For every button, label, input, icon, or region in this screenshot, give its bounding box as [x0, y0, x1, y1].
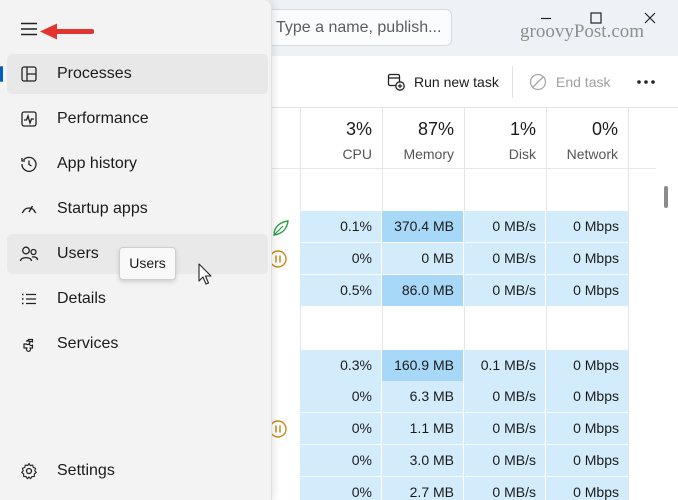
users-tooltip: Users [119, 247, 176, 280]
table-row[interactable]: 0% 0 MB 0 MB/s 0 Mbps [300, 243, 628, 275]
toolbar-divider [512, 66, 513, 98]
more-icon [637, 80, 655, 84]
memory-cell: 86.0 MB [382, 275, 463, 306]
cpu-cell: 0.5% [300, 275, 381, 306]
cpu-cell: 0.3% [300, 350, 381, 381]
network-cell: 0 Mbps [546, 350, 628, 381]
nav-label: Settings [57, 462, 115, 479]
column-header-spacer [628, 108, 656, 168]
startup-icon [19, 199, 39, 219]
network-cell: 0 Mbps [546, 445, 628, 476]
column-header-disk[interactable]: 1% Disk [464, 108, 546, 168]
nav-label: Users [57, 245, 99, 262]
disk-cell: 0 MB/s [464, 275, 545, 306]
search-input[interactable]: Type a name, publish... [262, 9, 452, 46]
nav-item-services[interactable]: Services [7, 324, 268, 364]
cpu-percent: 3% [345, 119, 372, 139]
column-header-cpu[interactable]: 3% CPU [300, 108, 382, 168]
network-label: Network [566, 146, 618, 162]
nav-item-startup-apps[interactable]: Startup apps [7, 189, 268, 229]
disk-cell: 0.1 MB/s [464, 350, 545, 381]
cpu-cell: 0% [300, 243, 381, 274]
gear-icon [19, 461, 39, 481]
memory-cell: 3.0 MB [382, 445, 463, 476]
cpu-cell: 0% [300, 477, 381, 500]
nav-label: Startup apps [57, 200, 148, 217]
disk-cell: 0 MB/s [464, 211, 545, 242]
table-row[interactable]: 0% 1.1 MB 0 MB/s 0 Mbps [300, 413, 628, 445]
nav-label: App history [57, 155, 138, 172]
column-header-memory[interactable]: 87% Memory [382, 108, 464, 168]
history-icon [19, 154, 39, 174]
processes-icon [19, 64, 39, 84]
run-new-task-button[interactable]: Run new task [386, 71, 499, 93]
table-row[interactable]: 0% 6.3 MB 0 MB/s 0 Mbps [300, 381, 628, 413]
annotation-arrow-icon [40, 23, 94, 40]
memory-percent: 87% [417, 119, 454, 139]
memory-cell: 2.7 MB [382, 477, 463, 500]
end-task-icon [528, 72, 548, 92]
cpu-label: CPU [342, 146, 372, 162]
services-icon [19, 334, 39, 354]
table-row[interactable]: 0.3% 160.9 MB 0.1 MB/s 0 Mbps [300, 350, 628, 382]
nav-item-performance[interactable]: Performance [7, 99, 268, 139]
network-cell: 0 Mbps [546, 381, 628, 412]
cpu-cell: 0.1% [300, 211, 381, 242]
nav-item-app-history[interactable]: App history [7, 144, 268, 184]
memory-cell: 0 MB [382, 243, 463, 274]
more-options-button[interactable] [633, 70, 659, 94]
leaf-icon [273, 220, 289, 236]
selection-indicator [0, 66, 3, 82]
table-row[interactable]: 0% 3.0 MB 0 MB/s 0 Mbps [300, 445, 628, 477]
cpu-cell: 0% [300, 413, 381, 444]
scrollbar-thumb[interactable] [664, 186, 668, 208]
nav-label: Details [57, 290, 106, 307]
nav-item-details[interactable]: Details [7, 279, 268, 319]
close-icon [644, 12, 656, 24]
memory-cell: 370.4 MB [382, 211, 463, 242]
disk-cell: 0 MB/s [464, 445, 545, 476]
mouse-cursor-icon [198, 263, 212, 285]
end-task-label: End task [556, 74, 611, 90]
network-cell: 0 Mbps [546, 243, 628, 274]
disk-cell: 0 MB/s [464, 477, 545, 500]
memory-cell: 1.1 MB [382, 413, 463, 444]
nav-item-processes[interactable]: Processes [0, 54, 268, 94]
network-cell: 0 Mbps [546, 477, 628, 500]
cpu-cell: 0% [300, 445, 381, 476]
disk-percent: 1% [509, 119, 536, 139]
network-cell: 0 Mbps [546, 275, 628, 306]
memory-cell: 6.3 MB [382, 381, 463, 412]
watermark: groovyPost.com [520, 21, 645, 42]
memory-cell: 160.9 MB [382, 350, 463, 381]
run-new-task-label: Run new task [414, 74, 499, 90]
table-row[interactable]: 0.1% 370.4 MB 0 MB/s 0 Mbps [300, 211, 628, 243]
network-cell: 0 Mbps [546, 211, 628, 242]
nav-label: Processes [57, 65, 132, 82]
table-row[interactable]: 0.5% 86.0 MB 0 MB/s 0 Mbps [300, 275, 628, 307]
hamburger-icon [21, 22, 37, 36]
nav-item-settings[interactable]: Settings [7, 451, 268, 491]
network-percent: 0% [591, 119, 618, 139]
disk-cell: 0 MB/s [464, 243, 545, 274]
end-task-button[interactable]: End task [528, 71, 610, 93]
users-icon [19, 244, 39, 264]
disk-cell: 0 MB/s [464, 413, 545, 444]
column-divider [628, 168, 629, 500]
network-cell: 0 Mbps [546, 413, 628, 444]
disk-cell: 0 MB/s [464, 381, 545, 412]
details-icon [19, 289, 39, 309]
cpu-cell: 0% [300, 381, 381, 412]
column-header-network[interactable]: 0% Network [546, 108, 628, 168]
nav-label: Services [57, 335, 119, 352]
run-task-icon [386, 72, 406, 92]
table-row[interactable]: 0% 2.7 MB 0 MB/s 0 Mbps [300, 477, 628, 500]
nav-label: Performance [57, 110, 149, 127]
performance-icon [19, 109, 39, 129]
disk-label: Disk [508, 146, 536, 162]
memory-label: Memory [403, 146, 454, 162]
